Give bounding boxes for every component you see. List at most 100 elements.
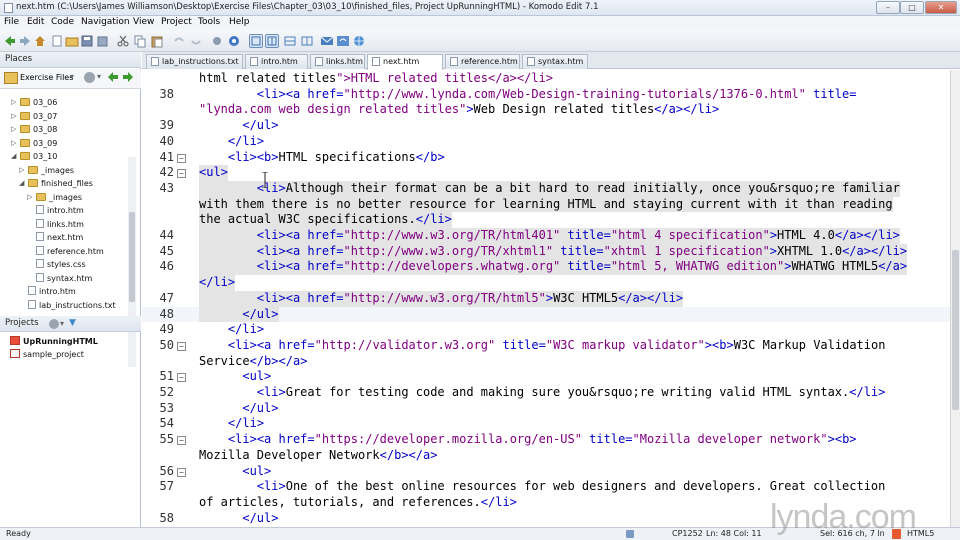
tree-file[interactable]: links.htm <box>36 218 84 231</box>
line-number: 45 <box>159 243 174 258</box>
places-root[interactable]: Exercise Files <box>20 73 73 82</box>
fold-toggle-icon[interactable]: − <box>177 467 186 477</box>
gear-dropdown-icon[interactable]: ▾ <box>97 72 101 81</box>
refresh-icon[interactable] <box>336 34 350 48</box>
tree-icon[interactable] <box>283 34 297 48</box>
menu-edit[interactable]: Edit <box>27 17 44 27</box>
tree-item-label: syntax.htm <box>47 273 93 283</box>
filter-icon[interactable]: ▼ <box>69 316 76 331</box>
split-icon[interactable] <box>265 34 279 48</box>
tree-file[interactable]: reference.htm <box>36 245 104 258</box>
expand-icon[interactable]: ▷ <box>11 137 19 150</box>
projects-dropdown-icon[interactable]: ▾ <box>60 316 64 331</box>
menu-project[interactable]: Project <box>161 17 192 27</box>
browser-icon[interactable] <box>227 34 241 48</box>
places-scroll-thumb[interactable] <box>129 212 135 302</box>
menu-code[interactable]: Code <box>51 17 74 27</box>
tree-folder[interactable]: ◢ 03_10 <box>11 150 57 163</box>
expand-icon[interactable]: ▷ <box>19 164 27 177</box>
menu-view[interactable]: View <box>133 17 154 27</box>
menu-file[interactable]: File <box>4 17 19 27</box>
expand-icon[interactable]: ▷ <box>11 96 19 109</box>
fold-toggle-icon[interactable]: − <box>177 373 186 383</box>
new-file-icon[interactable] <box>50 34 64 48</box>
undo-icon[interactable] <box>172 34 186 48</box>
tree-file[interactable]: styles.css <box>36 258 86 271</box>
tree-file[interactable]: intro.htm <box>36 204 84 217</box>
expand-icon[interactable]: ▷ <box>11 123 19 136</box>
menu-navigation[interactable]: Navigation <box>81 17 130 27</box>
mail-icon[interactable] <box>320 34 334 48</box>
fold-toggle-icon[interactable]: − <box>177 169 186 179</box>
tab-label: lab_instructions.txt <box>162 57 239 66</box>
code-text: </li> <box>227 133 265 148</box>
line-number: 44 <box>159 228 174 242</box>
places-back-icon[interactable] <box>107 71 119 86</box>
tree-file[interactable]: lab_instructions.txt <box>28 299 116 312</box>
line-number: 38 <box>159 86 174 101</box>
fold-toggle-icon[interactable]: − <box>177 153 186 163</box>
tab-lab-instructions-txt[interactable]: lab_instructions.txt <box>146 54 243 69</box>
close-button[interactable]: ✕ <box>925 1 957 14</box>
tree-folder[interactable]: ◢ finished_files <box>19 177 93 190</box>
code-line: Mozilla Developer Network</b></a> <box>142 448 950 464</box>
paste-icon[interactable] <box>150 34 164 48</box>
project-item[interactable]: sample_project <box>10 348 84 361</box>
pane-icon[interactable] <box>300 34 314 48</box>
tree-folder[interactable]: ▷ 03_06 <box>11 96 57 109</box>
tree-file[interactable]: syntax.htm <box>36 272 92 285</box>
tab-links-htm[interactable]: links.htm <box>310 54 365 69</box>
line-number: 40 <box>159 133 174 148</box>
collapse-icon[interactable]: ◢ <box>19 177 27 190</box>
menu-help[interactable]: Help <box>229 17 250 27</box>
code-line: 46 <li><a href="http://developers.whatwg… <box>142 259 950 276</box>
editor-scroll-thumb[interactable] <box>952 250 959 410</box>
file-icon <box>250 57 258 66</box>
tree-folder[interactable]: ▷ 03_08 <box>11 123 57 136</box>
save-icon[interactable] <box>80 34 94 48</box>
save-all-icon[interactable] <box>95 34 109 48</box>
tree-folder[interactable]: ▷ 03_09 <box>11 137 57 150</box>
left-sidebar: Places Exercise Files ▾ ▾ ▷ 03_06 ▷ 03_07 ▷ 0… <box>0 52 141 527</box>
code-line: 45 <li><a href="http://www.w3.org/TR/xht… <box>142 243 950 260</box>
gear-icon[interactable] <box>84 72 95 83</box>
copy-icon[interactable] <box>133 34 147 48</box>
open-file-icon[interactable] <box>65 34 79 48</box>
home-icon[interactable] <box>33 34 47 48</box>
tab-syntax-htm[interactable]: syntax.htm <box>522 54 588 69</box>
menu-tools[interactable]: Tools <box>198 17 220 27</box>
expand-icon[interactable]: ▷ <box>27 191 35 204</box>
cut-icon[interactable] <box>116 34 130 48</box>
places-forward-icon[interactable] <box>122 71 134 86</box>
tree-file[interactable]: intro.htm <box>28 285 76 298</box>
expand-icon[interactable]: ▷ <box>11 110 19 123</box>
tree-folder[interactable]: ▷ 03_07 <box>11 110 57 123</box>
code-text: <li><a href="https://developer.mozilla.o… <box>227 432 857 447</box>
line-number: 46 <box>159 259 174 274</box>
status-encoding[interactable]: CP1252 <box>672 528 703 540</box>
places-scrollbar[interactable] <box>128 157 136 367</box>
dropdown-icon[interactable]: ▾ <box>70 72 74 81</box>
back-icon[interactable] <box>3 34 17 48</box>
fold-toggle-icon[interactable]: − <box>177 341 186 351</box>
collapse-icon[interactable]: ◢ <box>11 150 19 163</box>
globe-icon[interactable] <box>352 34 366 48</box>
fold-toggle-icon[interactable]: − <box>177 436 186 446</box>
code-editor[interactable]: html related titles">HTML related titles… <box>142 70 950 527</box>
redo-icon[interactable] <box>189 34 203 48</box>
tree-folder[interactable]: ▷ _images <box>27 191 82 204</box>
tree-folder[interactable]: ▷ _images <box>19 164 74 177</box>
project-item[interactable]: UpRunningHTML <box>10 335 98 348</box>
tab-next-htm[interactable]: next.htm <box>367 54 443 70</box>
tab-reference-htm[interactable]: reference.htm <box>445 54 520 69</box>
editor-scrollbar[interactable] <box>950 70 960 527</box>
minimize-button[interactable]: – <box>876 1 900 14</box>
tree-file[interactable]: next.htm <box>36 231 83 244</box>
view-icon[interactable] <box>249 34 263 48</box>
forward-icon[interactable] <box>18 34 32 48</box>
maximize-button[interactable]: □ <box>900 1 924 14</box>
tab-intro-htm[interactable]: intro.htm <box>245 54 308 69</box>
debug-icon[interactable] <box>210 34 224 48</box>
projects-gear-icon[interactable] <box>49 319 59 329</box>
folder-icon <box>20 98 30 106</box>
